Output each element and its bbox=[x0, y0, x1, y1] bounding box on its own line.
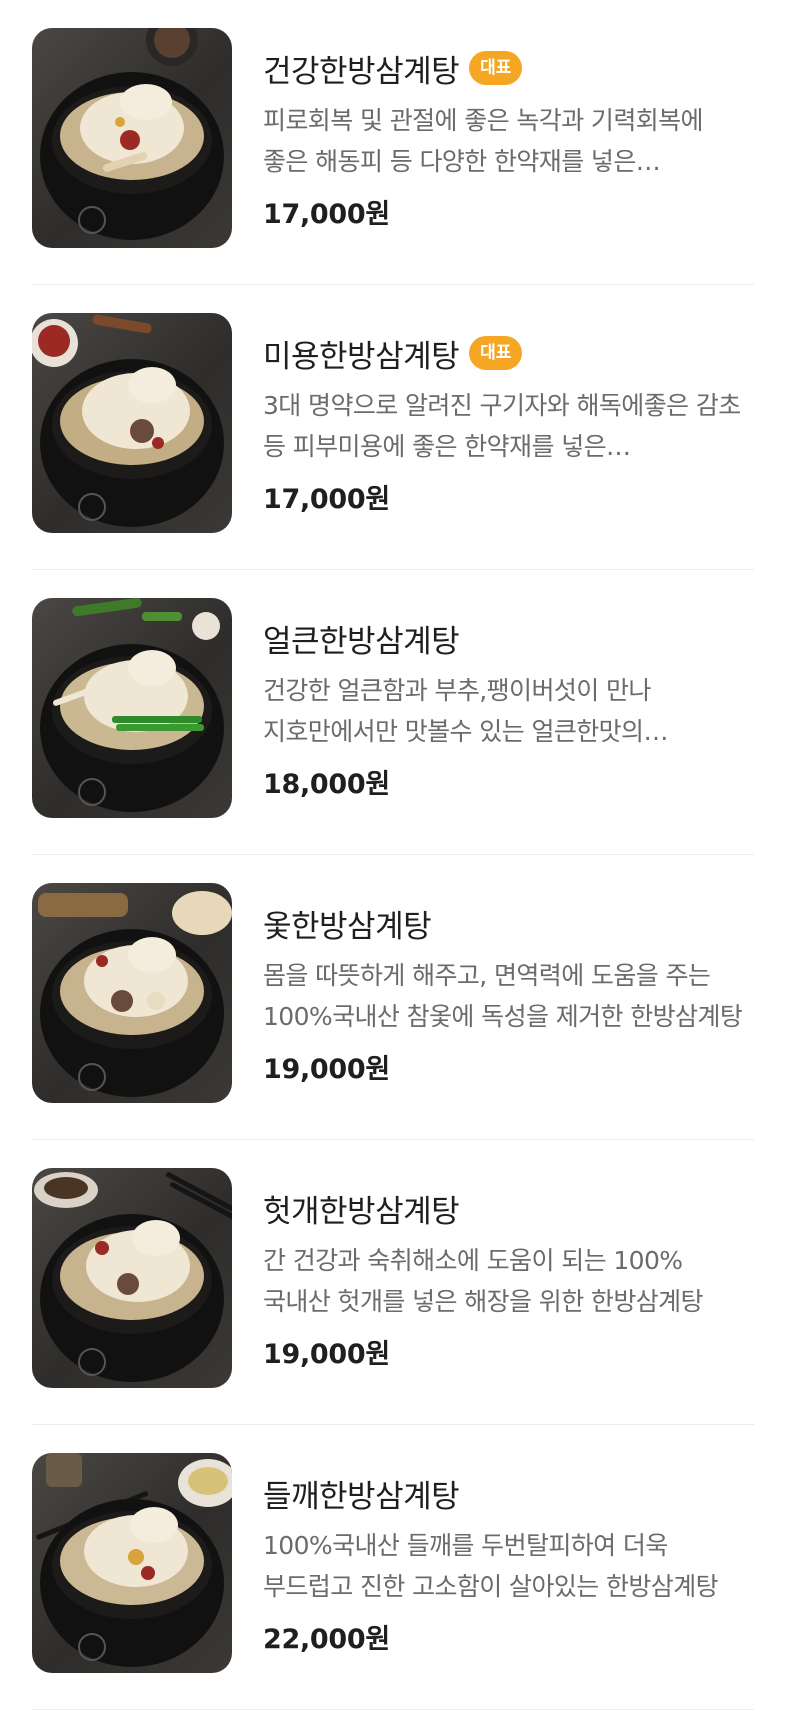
menu-item-description: 100%국내산 들깨를 두번탈피하여 더욱 부드럽고 진한 고소함이 살아있는 … bbox=[263, 1531, 719, 1601]
menu-item-description: 몸을 따뜻하게 해주고, 면역력에 도움을 주는 100%국내산 참옻에 독성을… bbox=[263, 961, 743, 1031]
menu-item-name: 미용한방삼계탕 bbox=[263, 338, 460, 375]
menu-item-name: 들깨한방삼계탕 bbox=[263, 1478, 460, 1515]
menu-item-name: 옻한방삼계탕 bbox=[263, 908, 432, 945]
samgyetang-photo-icon bbox=[34, 1172, 232, 1382]
signature-badge: 대표 bbox=[469, 336, 523, 370]
menu-item-price: 22,000원 bbox=[263, 1624, 390, 1655]
menu-item-price: 18,000원 bbox=[263, 769, 390, 800]
menu-item-image bbox=[32, 28, 232, 248]
menu-item-image bbox=[32, 1453, 232, 1673]
samgyetang-photo-icon bbox=[40, 28, 224, 240]
menu-item[interactable]: 들깨한방삼계탕 100%국내산 들깨를 두번탈피하여 더욱 부드럽고 진한 고소… bbox=[32, 1425, 754, 1710]
menu-item-price: 19,000원 bbox=[263, 1054, 390, 1085]
menu-item-name: 건강한방삼계탕 bbox=[263, 53, 460, 90]
menu-item-image bbox=[32, 1168, 232, 1388]
menu-item-description: 피로회복 및 관절에 좋은 녹각과 기력회복에 좋은 해동피 등 다양한 한약재… bbox=[263, 106, 704, 176]
menu-item[interactable]: 미용한방삼계탕 대표 3대 명약으로 알려진 구기자와 해독에좋은 감초 등 피… bbox=[32, 285, 754, 570]
menu-item-name: 헛개한방삼계탕 bbox=[263, 1193, 460, 1230]
menu-item[interactable]: 헛개한방삼계탕 간 건강과 숙취해소에 도움이 되는 100% 국내산 헛개를 … bbox=[32, 1140, 754, 1425]
samgyetang-photo-icon bbox=[38, 891, 232, 1097]
menu-item-description: 3대 명약으로 알려진 구기자와 해독에좋은 감초 등 피부미용에 좋은 한약재… bbox=[263, 391, 741, 461]
menu-item[interactable]: 건강한방삼계탕 대표 피로회복 및 관절에 좋은 녹각과 기력회복에 좋은 해동… bbox=[32, 0, 754, 285]
menu-item-image bbox=[32, 598, 232, 818]
menu-item-image bbox=[32, 313, 232, 533]
menu-item[interactable]: 얼큰한방삼계탕 건강한 얼큰함과 부추,팽이버섯이 만나 지호만에서만 맛볼수 … bbox=[32, 570, 754, 855]
menu-item-price: 19,000원 bbox=[263, 1339, 390, 1370]
signature-badge: 대표 bbox=[469, 51, 523, 85]
samgyetang-photo-icon bbox=[36, 1453, 232, 1667]
menu-item-image bbox=[32, 883, 232, 1103]
menu-item-description: 간 건강과 숙취해소에 도움이 되는 100% 국내산 헛개를 넣은 해장을 위… bbox=[263, 1246, 704, 1316]
menu-item-price: 17,000원 bbox=[263, 199, 390, 230]
menu-item[interactable]: 옻한방삼계탕 몸을 따뜻하게 해주고, 면역력에 도움을 주는 100%국내산 … bbox=[32, 855, 754, 1140]
menu-item-name: 얼큰한방삼계탕 bbox=[263, 623, 460, 660]
menu-item-price: 17,000원 bbox=[263, 484, 390, 515]
samgyetang-photo-icon bbox=[40, 598, 224, 812]
samgyetang-photo-icon bbox=[32, 314, 224, 527]
menu-item-description: 건강한 얼큰함과 부추,팽이버섯이 만나 지호만에서만 맛볼수 있는 얼큰한맛의… bbox=[263, 676, 651, 746]
